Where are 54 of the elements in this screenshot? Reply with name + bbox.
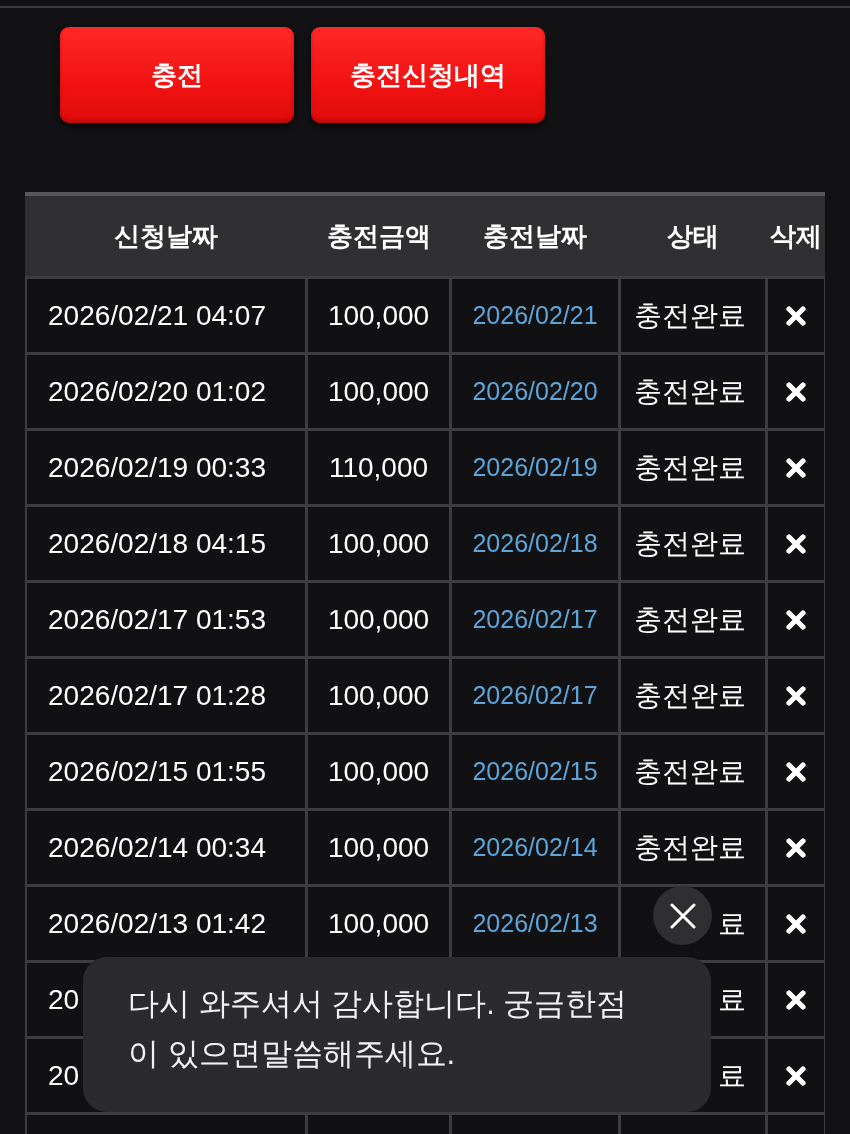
table-cell: 100,000 xyxy=(308,811,449,884)
close-icon xyxy=(669,902,696,929)
column-header: 상태 xyxy=(667,219,719,253)
column-header: 충전금액 xyxy=(326,219,431,253)
table-cell: 2026/02/15 01:55 xyxy=(27,735,305,808)
table-cell: 충전완료 xyxy=(621,811,765,884)
date-link[interactable]: 2026/02/14 xyxy=(452,811,618,884)
table-cell: 110,000 xyxy=(308,431,449,504)
date-link[interactable]: 2026/02/21 xyxy=(452,279,618,352)
date-link[interactable]: 2026/02/13 xyxy=(452,887,618,960)
table-cell: 100,000 xyxy=(308,659,449,732)
column-header: 신청날짜 xyxy=(114,219,218,253)
table-cell: 100,000 xyxy=(308,507,449,580)
table-cell: 2026/02/13 01:42 xyxy=(27,887,305,960)
table-cell: 100,000 xyxy=(308,583,449,656)
date-link[interactable]: 2026/02/18 xyxy=(452,507,618,580)
x-icon[interactable] xyxy=(786,305,806,326)
date-link[interactable]: 2026/02/15 xyxy=(452,735,618,808)
date-link[interactable]: 2026/02/19 xyxy=(452,431,618,504)
table-cell: 2026/02/17 01:28 xyxy=(27,659,305,732)
nav-button[interactable]: 충전 xyxy=(60,27,294,123)
table-cell: 2026/02/20 01:02 xyxy=(27,355,305,428)
table-cell: 충전완료 xyxy=(621,507,765,580)
x-icon[interactable] xyxy=(786,685,806,706)
x-icon[interactable] xyxy=(786,761,806,782)
x-icon[interactable] xyxy=(786,609,806,630)
table-cell: 충전완료 xyxy=(621,735,765,808)
nav-button[interactable]: 충전신청내역 xyxy=(311,27,545,123)
table-cell: 100,000 xyxy=(308,355,449,428)
table-cell: 충전완료 xyxy=(621,431,765,504)
table-cell: 2026/02/21 04:07 xyxy=(27,279,305,352)
table-cell: 2026/02/19 00:33 xyxy=(27,431,305,504)
x-icon[interactable] xyxy=(786,533,806,554)
date-link[interactable]: 2026/02/17 xyxy=(452,583,618,656)
x-icon[interactable] xyxy=(786,381,806,402)
x-icon[interactable] xyxy=(786,837,806,858)
column-header: 삭제 xyxy=(770,219,822,253)
table-cell: 2026/02/17 01:53 xyxy=(27,583,305,656)
table-cell: 충전완료 xyxy=(621,659,765,732)
table-cell: 100,000 xyxy=(308,735,449,808)
table-cell: 2026/02/14 00:34 xyxy=(27,811,305,884)
date-link[interactable]: 2026/02/20 xyxy=(452,355,618,428)
table-cell: 충전완료 xyxy=(621,279,765,352)
table-cell: 100,000 xyxy=(308,887,449,960)
x-icon[interactable] xyxy=(786,989,806,1010)
table-cell: 2026/02/18 04:15 xyxy=(27,507,305,580)
table-cell: 충전완료 xyxy=(621,355,765,428)
column-header: 충전날짜 xyxy=(483,219,587,253)
table-cell: 100,000 xyxy=(308,279,449,352)
x-icon[interactable] xyxy=(786,913,806,934)
date-link[interactable]: 2026/02/17 xyxy=(452,659,618,732)
table-cell: 충전완료 xyxy=(621,583,765,656)
x-icon[interactable] xyxy=(786,1065,806,1086)
x-icon[interactable] xyxy=(786,457,806,478)
